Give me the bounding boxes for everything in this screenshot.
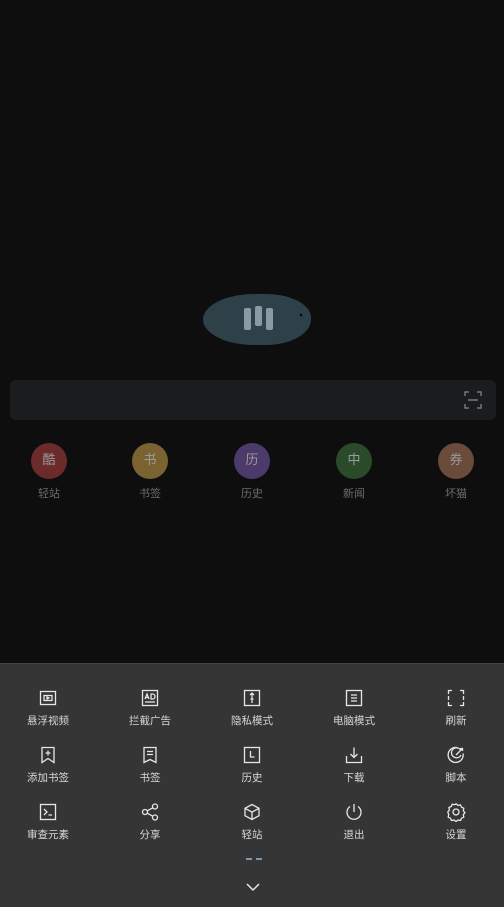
shortcut-label: 新闻 (343, 487, 365, 500)
menu-refresh[interactable]: 刷新 (405, 688, 504, 745)
menu-label: 脚本 (445, 772, 467, 784)
menu-label: 退出 (343, 829, 365, 841)
menu-label: 审查元素 (27, 829, 69, 841)
refresh-icon (447, 689, 465, 707)
shortcut-icon: 书 (132, 443, 168, 479)
menu-light-site[interactable]: 轻站 (201, 802, 303, 859)
settings-icon (447, 802, 466, 822)
shortcut-icon: 历 (234, 443, 270, 479)
shortcut-label: 坏猫 (445, 487, 467, 500)
menu-history[interactable]: 历史 (201, 745, 303, 802)
light-site-icon (244, 803, 260, 821)
search-bar[interactable] (10, 380, 496, 420)
scan-icon[interactable] (464, 391, 482, 409)
download-icon (345, 747, 363, 764)
shortcut-icon: 中 (336, 443, 372, 479)
privacy-mode-icon (243, 689, 261, 707)
menu-floating-video[interactable]: 悬浮视频 (0, 688, 99, 745)
power-icon (346, 804, 362, 820)
menu-label: 拦截广告 (129, 715, 171, 727)
menu-inspect-element[interactable]: 审查元素 (0, 802, 99, 859)
menu-label: 分享 (139, 829, 161, 841)
shortcut-huaimao[interactable]: 券 坏猫 (426, 443, 486, 501)
shortcut-icon: 券 (438, 443, 474, 479)
ad-block-icon (141, 689, 159, 707)
history-icon (243, 746, 261, 764)
menu-label: 历史 (241, 772, 263, 784)
shortcut-label: 轻站 (38, 487, 60, 500)
chevron-down-icon[interactable] (245, 880, 261, 894)
menu-label: 隐私模式 (231, 715, 273, 727)
page-indicator (246, 858, 262, 860)
menu-add-bookmark[interactable]: 添加书签 (0, 745, 99, 802)
page-dot (246, 858, 252, 860)
shortcut-qingzhan[interactable]: 酷 轻站 (19, 443, 79, 501)
menu-label: 轻站 (241, 829, 263, 841)
floating-video-icon (39, 690, 57, 706)
menu-privacy-mode[interactable]: 隐私模式 (201, 688, 303, 745)
menu-label: 设置 (445, 829, 467, 841)
app-logo (203, 294, 311, 345)
menu-desktop-mode[interactable]: 电脑模式 (303, 688, 405, 745)
menu-bookmarks[interactable]: 书签 (99, 745, 201, 802)
share-icon (141, 803, 159, 821)
shortcut-history[interactable]: 历 历史 (222, 443, 282, 501)
menu-label: 添加书签 (27, 772, 69, 784)
menu-label: 刷新 (445, 715, 467, 727)
menu-settings[interactable]: 设置 (405, 802, 504, 859)
inspect-element-icon (39, 803, 57, 821)
menu-label: 悬浮视频 (27, 715, 69, 727)
menu-script[interactable]: 脚本 (405, 745, 504, 802)
menu-label: 书签 (139, 772, 161, 784)
shortcut-bookmarks[interactable]: 书 书签 (120, 443, 180, 501)
add-bookmark-icon (41, 746, 55, 764)
menu-share[interactable]: 分享 (99, 802, 201, 859)
shortcut-label: 历史 (241, 487, 263, 500)
menu-panel: 悬浮视频 拦截广告 隐私模式 电脑模式 刷新 添加书签 书签 历史 下载 脚本 … (0, 663, 504, 907)
menu-exit[interactable]: 退出 (303, 802, 405, 859)
shortcut-news[interactable]: 中 新闻 (324, 443, 384, 501)
menu-label: 下载 (343, 772, 365, 784)
page-dot (256, 858, 262, 860)
script-icon (447, 746, 464, 764)
shortcut-icon: 酷 (31, 443, 67, 479)
menu-label: 电脑模式 (333, 715, 375, 727)
bookmarks-icon (143, 746, 157, 764)
menu-download[interactable]: 下载 (303, 745, 405, 802)
menu-ad-block[interactable]: 拦截广告 (99, 688, 201, 745)
shortcut-label: 书签 (139, 487, 161, 500)
desktop-mode-icon (345, 689, 363, 707)
